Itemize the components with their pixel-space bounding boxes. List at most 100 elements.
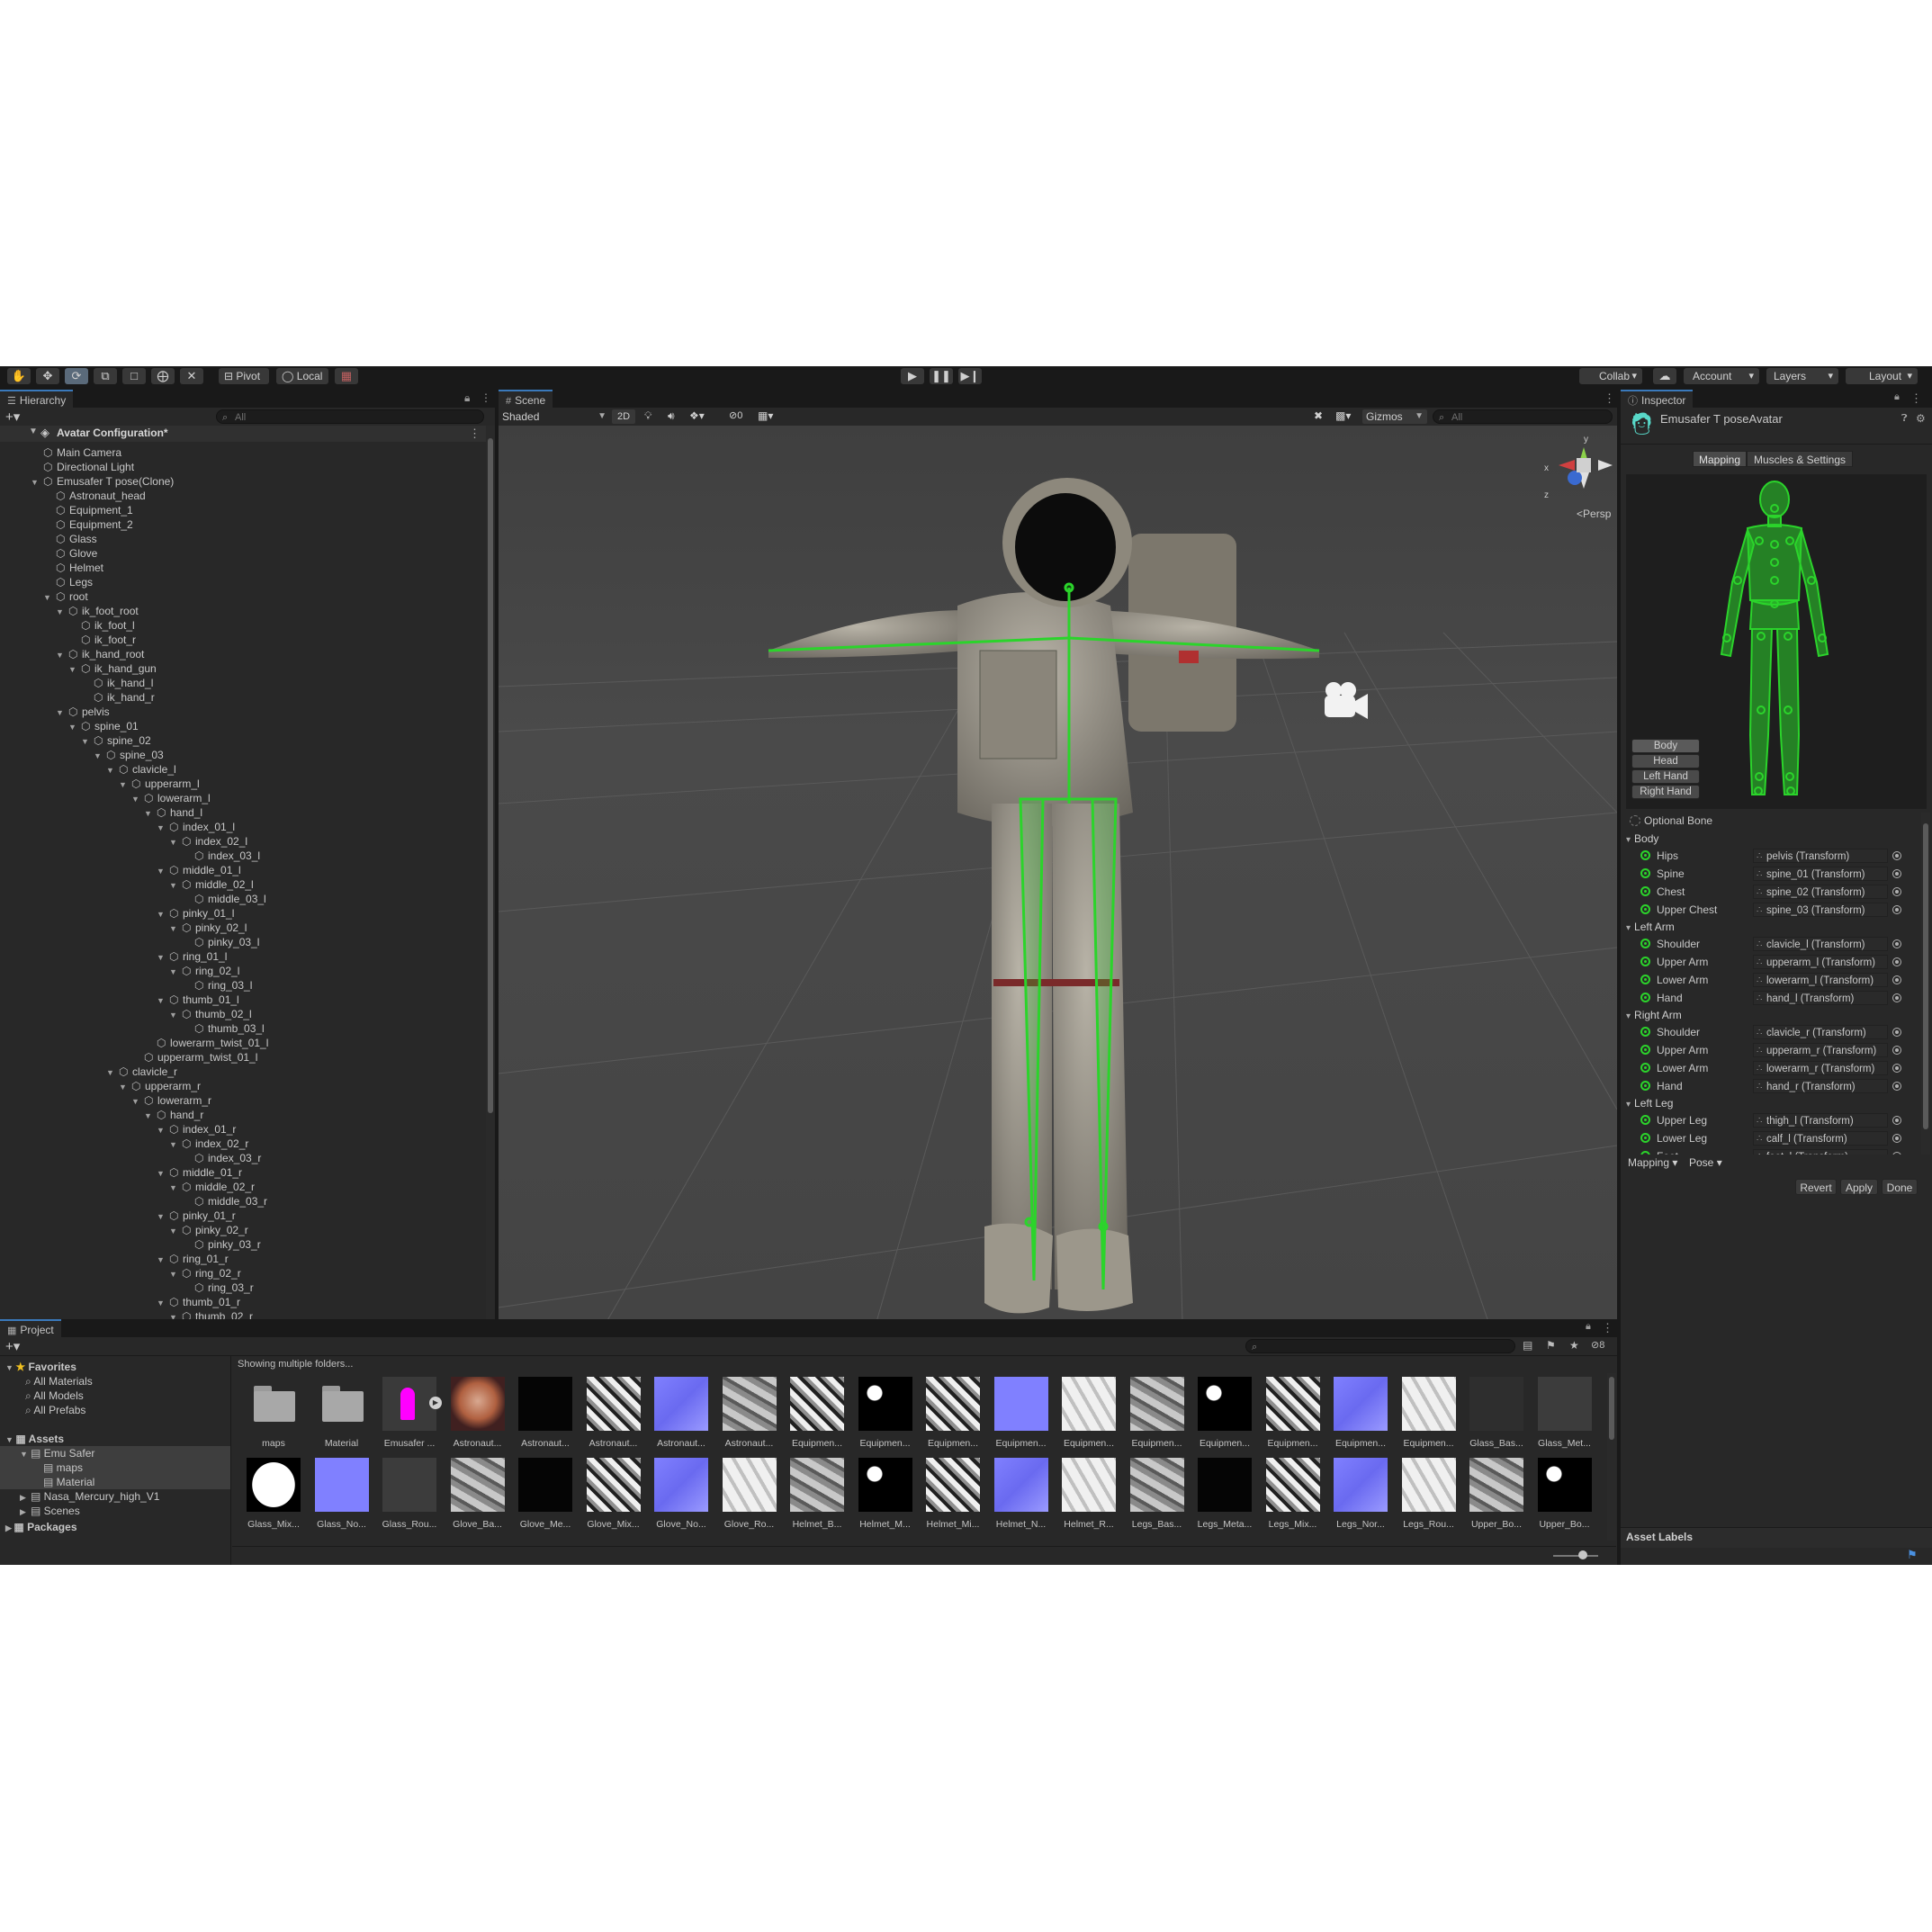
body-view-button[interactable]: Head	[1631, 754, 1700, 768]
custom-tool-icon[interactable]: ✕	[180, 368, 203, 384]
cloud-icon[interactable]: ☁	[1653, 368, 1676, 384]
hierarchy-item[interactable]: ⬡ pinky_03_r	[182, 1237, 261, 1252]
hierarchy-item[interactable]: ⬡ ik_foot_l	[68, 618, 135, 633]
hierarchy-item[interactable]: ⬡ pinky_03_l	[182, 935, 259, 949]
asset-item[interactable]: Equipmen...	[1129, 1375, 1199, 1452]
expand-arrow-icon[interactable]: ▼	[119, 1080, 131, 1094]
hierarchy-item[interactable]: ▼ ⬡ upperarm_l	[119, 777, 200, 791]
object-picker-icon[interactable]	[1892, 957, 1901, 966]
packages-section[interactable]: ▶ ▦ Packages	[5, 1520, 77, 1534]
transform-tool-icon[interactable]: ⨁	[151, 368, 175, 384]
bone-transform-field[interactable]: hand_r (Transform)	[1753, 1079, 1888, 1093]
expand-arrow-icon[interactable]: ▼	[131, 1094, 144, 1109]
play-button[interactable]: ▶	[901, 368, 924, 384]
avatar-body-view[interactable]: Body Head Left Hand Right Hand	[1626, 474, 1927, 809]
hierarchy-item[interactable]: ⬡ lowerarm_twist_01_l	[144, 1036, 268, 1050]
asset-item[interactable]: Astronaut...	[722, 1375, 791, 1452]
bone-transform-field[interactable]: upperarm_r (Transform)	[1753, 1043, 1888, 1057]
expand-arrow-icon[interactable]: ▼	[144, 1109, 157, 1123]
object-picker-icon[interactable]	[1892, 1134, 1901, 1143]
asset-folder-item[interactable]: ▤ maps	[32, 1460, 83, 1475]
expand-arrow-icon[interactable]: ▼	[157, 1123, 169, 1137]
grid-toggle-icon[interactable]: ▦▾	[758, 409, 773, 422]
tab-inspector[interactable]: ⓘ Inspector	[1621, 390, 1694, 408]
asset-item[interactable]: Material	[315, 1375, 383, 1452]
asset-item[interactable]: Glass_Rou...	[382, 1456, 451, 1533]
asset-item[interactable]: Astronaut...	[586, 1375, 655, 1452]
asset-item[interactable]: Legs_Rou...	[1401, 1456, 1470, 1533]
asset-folder-item[interactable]: ▼ ▤ Emu Safer	[20, 1446, 94, 1460]
bone-transform-field[interactable]: upperarm_l (Transform)	[1753, 955, 1888, 969]
hierarchy-scroll-thumb[interactable]	[488, 438, 493, 1113]
lighting-toggle-icon[interactable]: 💡︎	[644, 409, 651, 423]
expand-arrow-icon[interactable]: ▼	[56, 605, 68, 619]
favorite-item[interactable]: ⌕ All Prefabs	[25, 1403, 85, 1417]
hierarchy-item[interactable]: ⬡ thumb_03_l	[182, 1021, 265, 1036]
hierarchy-item[interactable]: ▼ ⬡ pinky_02_r	[169, 1223, 248, 1237]
hierarchy-item[interactable]: ▼ ⬡ index_02_l	[169, 834, 247, 849]
hierarchy-item[interactable]: ▼ ⬡ index_01_l	[157, 820, 235, 834]
hierarchy-item[interactable]: ▼ ⬡ middle_02_l	[169, 877, 254, 892]
asset-item[interactable]: Helmet_N...	[993, 1456, 1063, 1533]
tools-icon[interactable]: ✖	[1314, 409, 1323, 422]
asset-item[interactable]: Equipmen...	[858, 1375, 927, 1452]
hierarchy-item[interactable]: ▼ ⬡ pelvis	[56, 705, 110, 719]
object-picker-icon[interactable]	[1892, 905, 1901, 914]
asset-item[interactable]: Glove_Mix...	[586, 1456, 655, 1533]
hierarchy-item[interactable]: ⬡ Equipment_1	[43, 503, 133, 517]
audio-toggle-icon[interactable]: 🔊︎	[668, 409, 675, 423]
scene-menu-icon[interactable]: ⋮	[469, 427, 481, 441]
asset-item[interactable]: Equipmen...	[1334, 1375, 1402, 1452]
bone-transform-field[interactable]: lowerarm_l (Transform)	[1753, 973, 1888, 987]
hierarchy-item[interactable]: ▼ ⬡ ring_02_r	[169, 1266, 241, 1281]
scale-tool-icon[interactable]: ⧉	[94, 368, 117, 384]
object-picker-icon[interactable]	[1892, 939, 1901, 948]
grid-snap-icon[interactable]: ▦	[335, 368, 358, 384]
lock-icon[interactable]: 🔒︎	[464, 391, 470, 405]
asset-item[interactable]: ▶ Emusafer ...	[382, 1375, 451, 1452]
hierarchy-item[interactable]: ▼ ⬡ Emusafer T pose(Clone)	[31, 474, 174, 489]
hierarchy-item[interactable]: ▼ ⬡ index_01_r	[157, 1122, 236, 1137]
object-picker-icon[interactable]	[1892, 869, 1901, 878]
expand-arrow-icon[interactable]: ▼	[169, 921, 182, 936]
scene-root-row[interactable]: ▼ ◈ Avatar Configuration* ⋮	[0, 426, 486, 442]
label-tag-icon[interactable]: ⚑	[1907, 1548, 1918, 1562]
inspector-more-icon[interactable]: ⋮	[1910, 391, 1922, 406]
bone-group-header[interactable]: Left Leg	[1621, 1095, 1673, 1111]
asset-item[interactable]: Glass_Mix...	[247, 1456, 315, 1533]
tab-hierarchy[interactable]: ☰ Hierarchy	[0, 390, 74, 408]
expand-arrow-icon[interactable]: ▼	[157, 993, 169, 1008]
hierarchy-item[interactable]: ▼ ⬡ clavicle_r	[106, 1065, 177, 1079]
asset-item[interactable]: Equipmen...	[1265, 1375, 1334, 1452]
expand-arrow-icon[interactable]: ▼	[157, 821, 169, 835]
asset-item[interactable]: Legs_Mix...	[1265, 1456, 1334, 1533]
account-dropdown[interactable]: Account	[1684, 368, 1759, 384]
hierarchy-item[interactable]: ▼ ⬡ ring_02_l	[169, 964, 239, 978]
rect-tool-icon[interactable]: □	[122, 368, 146, 384]
favorite-item[interactable]: ⌕ All Materials	[25, 1374, 93, 1388]
asset-item[interactable]: Helmet_M...	[858, 1456, 927, 1533]
search-by-label-icon[interactable]: ⚑	[1546, 1339, 1556, 1352]
expand-arrow-icon[interactable]: ▼	[169, 965, 182, 979]
inspector-scroll-thumb[interactable]	[1923, 823, 1928, 1129]
hierarchy-item[interactable]: ▼ ⬡ spine_03	[94, 748, 164, 762]
pause-button[interactable]: ❚❚	[930, 368, 953, 384]
hierarchy-item[interactable]: ⬡ middle_03_r	[182, 1194, 267, 1209]
hidden-packages-toggle[interactable]: ⊘8	[1591, 1339, 1604, 1351]
asset-item[interactable]: Equipmen...	[790, 1375, 858, 1452]
bone-transform-field[interactable]: hand_l (Transform)	[1753, 991, 1888, 1005]
expand-prefab-icon[interactable]: ▶	[429, 1397, 442, 1409]
hierarchy-item[interactable]: ▼ ⬡ ring_01_r	[157, 1252, 229, 1266]
project-scroll-thumb[interactable]	[1609, 1377, 1614, 1440]
object-picker-icon[interactable]	[1892, 851, 1901, 860]
bone-transform-field[interactable]: clavicle_l (Transform)	[1753, 937, 1888, 951]
asset-item[interactable]: Equipmen...	[1062, 1375, 1130, 1452]
tab-muscles-settings[interactable]: Muscles & Settings	[1747, 451, 1853, 467]
asset-item[interactable]: Equipmen...	[926, 1375, 994, 1452]
scene-search-input[interactable]: All	[1433, 409, 1613, 425]
inspector-lock-icon[interactable]: 🔒︎	[1894, 391, 1900, 403]
bone-transform-field[interactable]: spine_01 (Transform)	[1753, 867, 1888, 881]
hierarchy-item[interactable]: ⬡ Main Camera	[31, 445, 121, 460]
hierarchy-item[interactable]: ⬡ index_03_r	[182, 1151, 261, 1165]
settings-gear-icon[interactable]: ⚙︎	[1916, 412, 1926, 425]
